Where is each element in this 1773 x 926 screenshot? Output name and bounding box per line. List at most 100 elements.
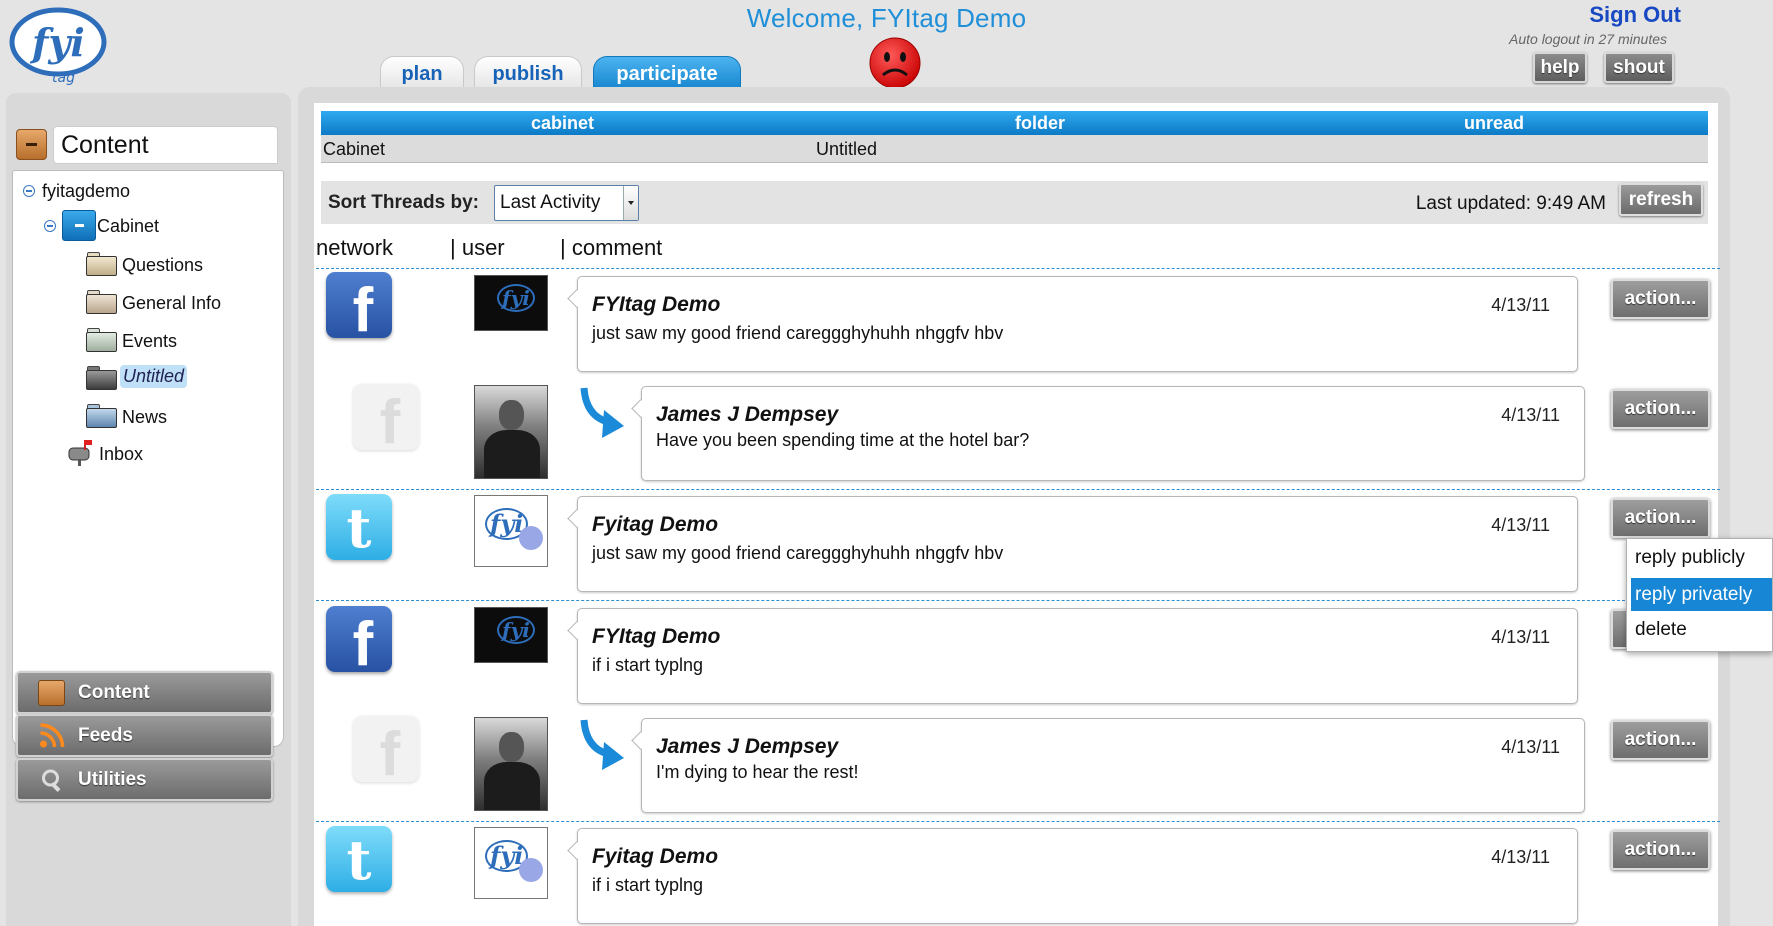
sidebar-button-utilities[interactable]: Utilities <box>16 758 273 801</box>
reply-arrow-icon <box>580 387 624 438</box>
menu-item-delete[interactable]: delete <box>1631 613 1772 646</box>
sort-select[interactable]: Last Activity <box>494 185 639 221</box>
info-cabinet: Cabinet <box>323 139 386 159</box>
left-sidebar: Content fyitagdemo Cabinet Questions Gen… <box>6 93 291 926</box>
chevron-down-icon[interactable] <box>623 186 638 220</box>
comment-author: Fyitag Demo <box>592 845 719 868</box>
facebook-icon: f <box>326 606 392 679</box>
collapse-icon[interactable] <box>23 185 35 197</box>
comment-text: just saw my good friend careggghyhuhh nh… <box>592 323 1004 343</box>
action-button[interactable]: action... <box>1611 279 1710 319</box>
rss-icon <box>40 723 65 748</box>
tree-folder-untitled[interactable]: Untitled <box>86 364 266 394</box>
comment-bubble: Fyitag Demo 4/13/11 if i start typlng <box>577 828 1578 924</box>
action-button[interactable]: action... <box>1611 720 1710 760</box>
comment-date: 4/13/11 <box>1491 627 1550 647</box>
sidebar-section-title: Content <box>53 126 278 164</box>
comment-text: I'm dying to hear the rest! <box>656 762 859 782</box>
frown-face-icon <box>869 37 921 89</box>
comment-bubble: James J Dempsey 4/13/11 I'm dying to hea… <box>641 718 1585 813</box>
svg-text:tag: tag <box>52 70 75 86</box>
folder-icon <box>86 250 118 276</box>
tab-publish[interactable]: publish <box>474 56 582 90</box>
tab-participate[interactable]: participate <box>593 56 741 90</box>
folder-icon <box>86 364 118 390</box>
avatar <box>474 717 548 811</box>
cabinet-icon <box>62 210 96 241</box>
comment-bubble: FYItag Demo 4/13/11 just saw my good fri… <box>577 276 1578 372</box>
tree-inbox[interactable]: Inbox <box>66 437 246 471</box>
cabinet-header-bar: cabinet folder unread <box>321 111 1708 135</box>
content-icon <box>38 680 65 706</box>
column-header-unread: unread <box>1464 113 1525 133</box>
tree-node-cabinet[interactable]: Cabinet <box>44 210 244 244</box>
sidebar-button-content[interactable]: Content <box>16 671 273 714</box>
tree-folder-news[interactable]: News <box>86 402 266 432</box>
folder-label: Events <box>122 331 178 351</box>
comment-author: FYItag Demo <box>592 625 721 648</box>
comment-text: if i start typlng <box>592 875 704 895</box>
comment-text: if i start typlng <box>592 655 704 675</box>
sidebar-button-feeds[interactable]: Feeds <box>16 714 273 757</box>
cabinet-info-row: Cabinet Untitled <box>321 135 1708 163</box>
comment-date: 4/13/11 <box>1501 737 1560 757</box>
list-header-comment: | comment <box>560 235 663 260</box>
folder-label: General Info <box>122 293 222 313</box>
menu-item-reply-privately[interactable]: reply privately <box>1631 578 1772 611</box>
sort-bar: Sort Threads by: Last Activity Last upda… <box>321 181 1708 224</box>
avatar <box>474 385 548 479</box>
folder-icon <box>86 288 118 314</box>
thread-divider <box>316 821 1720 822</box>
thread-divider <box>316 489 1720 490</box>
tree-node-root[interactable]: fyitagdemo <box>23 179 223 205</box>
tools-icon <box>42 769 61 792</box>
collapse-icon[interactable] <box>16 129 47 160</box>
column-header-cabinet: cabinet <box>531 113 595 133</box>
facebook-icon: f <box>353 716 419 789</box>
tree-root-label: fyitagdemo <box>42 181 131 201</box>
comment-author: James J Dempsey <box>656 403 839 426</box>
refresh-button[interactable]: refresh <box>1619 183 1703 216</box>
thread-divider <box>316 600 1720 601</box>
comment-bubble: Fyitag Demo 4/13/11 just saw my good fri… <box>577 496 1578 592</box>
menu-item-reply-publicly[interactable]: reply publicly <box>1631 541 1772 574</box>
folder-icon <box>86 402 118 428</box>
collapse-icon[interactable] <box>44 220 56 232</box>
tree-folder-questions[interactable]: Questions <box>86 250 266 280</box>
last-updated-text: Last updated: 9:49 AM <box>1415 193 1606 214</box>
list-header-network: network <box>316 235 394 260</box>
comment-author: FYItag Demo <box>592 293 721 316</box>
comment-author: Fyitag Demo <box>592 513 719 536</box>
comment-text: just saw my good friend careggghyhuhh nh… <box>592 543 1004 563</box>
comment-date: 4/13/11 <box>1491 515 1550 535</box>
action-button[interactable]: action... <box>1611 389 1710 429</box>
inbox-label: Inbox <box>99 444 144 464</box>
tree-folder-events[interactable]: Events <box>86 326 266 356</box>
facebook-icon: f <box>326 272 392 345</box>
action-button[interactable]: action... <box>1611 498 1710 538</box>
twitter-icon: t <box>326 826 392 892</box>
info-folder: Untitled <box>816 139 878 159</box>
folder-label: Questions <box>122 255 204 275</box>
shout-button[interactable]: shout <box>1604 52 1674 83</box>
folder-icon <box>86 326 118 352</box>
comment-date: 4/13/11 <box>1501 405 1560 425</box>
avatar <box>474 495 548 567</box>
folder-label-selected: Untitled <box>120 365 188 388</box>
button-label: Utilities <box>78 769 147 790</box>
help-button[interactable]: help <box>1533 52 1587 83</box>
list-header-user: | user <box>450 235 505 260</box>
tree-folder-general-info[interactable]: General Info <box>86 288 266 318</box>
mailbox-icon <box>68 440 92 466</box>
tree-cabinet-label: Cabinet <box>97 216 160 236</box>
comment-author: James J Dempsey <box>656 735 839 758</box>
twitter-icon: t <box>326 494 392 560</box>
tab-plan[interactable]: plan <box>380 56 464 90</box>
facebook-icon: f <box>353 384 419 457</box>
comment-bubble: FYItag Demo 4/13/11 if i start typlng <box>577 608 1578 704</box>
action-button[interactable]: action... <box>1611 830 1710 870</box>
comment-bubble: James J Dempsey 4/13/11 Have you been sp… <box>641 386 1585 481</box>
sign-out-link[interactable]: Sign Out <box>1589 2 1681 28</box>
avatar <box>474 827 548 899</box>
comment-date: 4/13/11 <box>1491 295 1550 315</box>
